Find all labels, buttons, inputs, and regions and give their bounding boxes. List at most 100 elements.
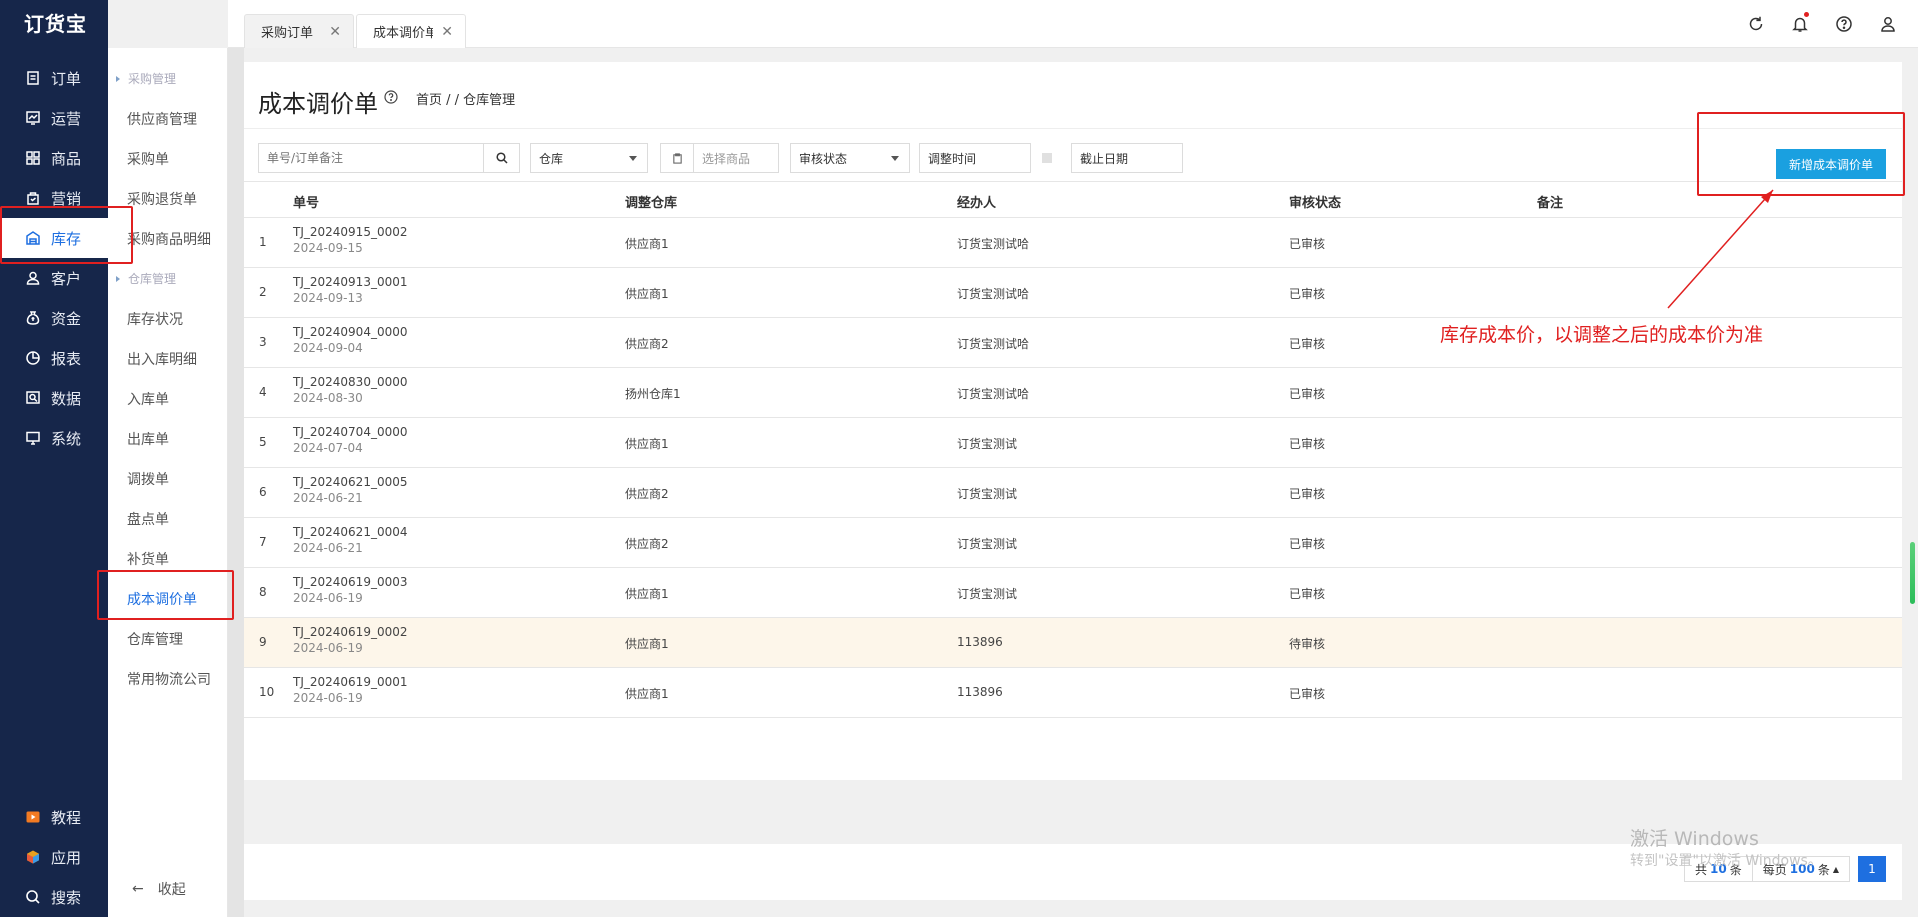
collapse-button[interactable]: ← 收起 [132,879,186,899]
sub-item-inbound[interactable]: 入库单 [127,389,169,409]
sub-item-stocktake[interactable]: 盘点单 [127,509,169,529]
nav-item-apps[interactable]: 应用 [0,837,108,877]
product-select[interactable]: 选择商品 [693,143,779,173]
nav-item-tutorial[interactable]: 教程 [0,797,108,837]
order-number-cell[interactable]: TJ_20240619_0002 2024-06-19 [293,625,408,655]
nav-item-search[interactable]: 搜索 [0,877,108,917]
order-number[interactable]: TJ_20240915_0002 [293,225,408,239]
sub-item-inout-detail[interactable]: 出入库明细 [127,349,197,369]
sub-item-stock-status[interactable]: 库存状况 [127,309,183,329]
close-icon[interactable]: ✕ [329,24,341,40]
product-picker-button[interactable] [660,143,694,173]
nav-item-order[interactable]: 订单 [0,58,108,98]
warehouse-select[interactable]: 仓库 [530,143,648,173]
table-row[interactable]: 6 TJ_20240621_0005 2024-06-21 供应商2 订货宝测试 已审核 [244,468,1902,518]
sub-group-purchase[interactable]: 采购管理 [116,70,176,87]
refresh-icon[interactable] [1746,14,1766,34]
order-number[interactable]: TJ_20240621_0005 [293,475,408,489]
adjust-time-input[interactable]: 调整时间 [919,143,1031,173]
order-number-cell[interactable]: TJ_20240913_0001 2024-09-13 [293,275,408,305]
order-number-cell[interactable]: TJ_20240704_0000 2024-07-04 [293,425,408,455]
table-row[interactable]: 4 TJ_20240830_0000 2024-08-30 扬州仓库1 订货宝测试哈 已审… [244,368,1902,418]
order-number[interactable]: TJ_20240621_0004 [293,525,408,539]
row-index: 4 [259,385,267,399]
order-number-cell[interactable]: TJ_20240619_0001 2024-06-19 [293,675,408,705]
table-row[interactable]: 2 TJ_20240913_0001 2024-09-13 供应商1 订货宝测试哈 已审核 [244,268,1902,318]
order-date: 2024-09-13 [293,291,363,305]
order-number[interactable]: TJ_20240913_0001 [293,275,408,289]
table-row[interactable]: 1 TJ_20240915_0002 2024-09-15 供应商1 订货宝测试哈 已审核 [244,218,1902,268]
col-handler[interactable]: 经办人 [957,192,996,211]
status-cell: 已审核 [1289,387,1326,401]
order-number-cell[interactable]: TJ_20240830_0000 2024-08-30 [293,375,408,405]
content-card: 成本调价单 首页 / / 仓库管理 仓库 选择商品 审核状态 调整时间 截止日期… [244,62,1902,780]
question-icon[interactable] [384,90,398,104]
nav-item-product[interactable]: 商品 [0,138,108,178]
table-row[interactable]: 5 TJ_20240704_0000 2024-07-04 供应商1 订货宝测试 已审核 [244,418,1902,468]
col-status[interactable]: 审核状态 [1289,192,1341,211]
col-number[interactable]: 单号 [293,192,319,211]
search-icon [495,152,508,164]
order-number[interactable]: TJ_20240904_0000 [293,325,408,339]
nav-item-customer[interactable]: 客户 [0,258,108,298]
new-cost-adjust-button[interactable]: 新增成本调价单 [1776,149,1886,179]
nav-item-data[interactable]: 数据 [0,378,108,418]
order-number[interactable]: TJ_20240619_0002 [293,625,408,639]
end-date-input[interactable]: 截止日期 [1071,143,1183,173]
nav-item-money[interactable]: 资金 [0,298,108,338]
order-number-cell[interactable]: TJ_20240621_0005 2024-06-21 [293,475,408,505]
handler-cell: 订货宝测试哈 [957,387,1030,401]
nav-item-warehouse[interactable]: 库存 [0,218,108,258]
col-warehouse[interactable]: 调整仓库 [625,192,677,211]
order-number[interactable]: TJ_20240704_0000 [293,425,408,439]
page-button-current[interactable]: 1 [1858,856,1886,882]
handler-cell: 订货宝测试哈 [957,287,1030,301]
scrollbar-thumb[interactable] [1910,542,1915,604]
nav-item-system[interactable]: 系统 [0,418,108,458]
tab-cost-adjust[interactable]: 成本调价单 ✕ [356,14,466,48]
nav-item-operation[interactable]: 运营 [0,98,108,138]
sub-item-purchase-detail[interactable]: 采购商品明细 [127,229,211,249]
breadcrumb[interactable]: 首页 / / 仓库管理 [416,89,515,108]
bell-icon[interactable] [1790,12,1810,34]
warehouse-cell: 供应商1 [625,637,669,651]
user-icon[interactable] [1878,14,1898,34]
sub-item-purchase-return[interactable]: 采购退货单 [127,189,197,209]
sub-item-supplier[interactable]: 供应商管理 [127,109,197,129]
data-table: 单号 调整仓库 经办人 审核状态 备注 1 TJ_20240915_0002 202… [244,182,1902,718]
product-icon [25,150,41,166]
order-number[interactable]: TJ_20240619_0003 [293,575,408,589]
order-number-cell[interactable]: TJ_20240621_0004 2024-06-21 [293,525,408,555]
search-button[interactable] [484,143,520,173]
table-row[interactable]: 9 TJ_20240619_0002 2024-06-19 供应商1 113896 待审核 [244,618,1902,668]
help-icon[interactable] [1834,14,1854,34]
app-logo[interactable]: 订货宝 [0,0,108,48]
sub-item-cost-adjust[interactable]: 成本调价单 [127,589,197,609]
search-input[interactable] [258,143,484,173]
col-remark[interactable]: 备注 [1537,192,1563,211]
order-number-cell[interactable]: TJ_20240619_0003 2024-06-19 [293,575,408,605]
nav-item-label: 教程 [51,808,82,827]
order-number[interactable]: TJ_20240619_0001 [293,675,408,689]
audit-status-select[interactable]: 审核状态 [790,143,910,173]
windows-watermark-sub: 转到"设置"以激活 Windows。 [1630,853,1822,869]
nav-item-marketing[interactable]: 营销 [0,178,108,218]
order-number-cell[interactable]: TJ_20240915_0002 2024-09-15 [293,225,408,255]
tab-purchase-order[interactable]: 采购订单 ✕ [244,14,354,48]
nav-item-report[interactable]: 报表 [0,338,108,378]
sub-item-logistics[interactable]: 常用物流公司 [127,669,211,689]
table-row[interactable]: 10 TJ_20240619_0001 2024-06-19 供应商1 113896 已审… [244,668,1902,718]
gutter [228,48,244,917]
report-icon [25,350,41,366]
table-row[interactable]: 8 TJ_20240619_0003 2024-06-19 供应商1 订货宝测试 已审核 [244,568,1902,618]
sub-item-warehouse-manage[interactable]: 仓库管理 [127,629,183,649]
sub-group-warehouse[interactable]: 仓库管理 [116,270,176,287]
table-row[interactable]: 7 TJ_20240621_0004 2024-06-21 供应商2 订货宝测试 已审核 [244,518,1902,568]
close-icon[interactable]: ✕ [441,24,453,40]
sub-item-purchase-order[interactable]: 采购单 [127,149,169,169]
order-number[interactable]: TJ_20240830_0000 [293,375,408,389]
sub-item-outbound[interactable]: 出库单 [127,429,169,449]
sub-item-transfer[interactable]: 调拨单 [127,469,169,489]
order-number-cell[interactable]: TJ_20240904_0000 2024-09-04 [293,325,408,355]
sub-item-replenish[interactable]: 补货单 [127,549,169,569]
